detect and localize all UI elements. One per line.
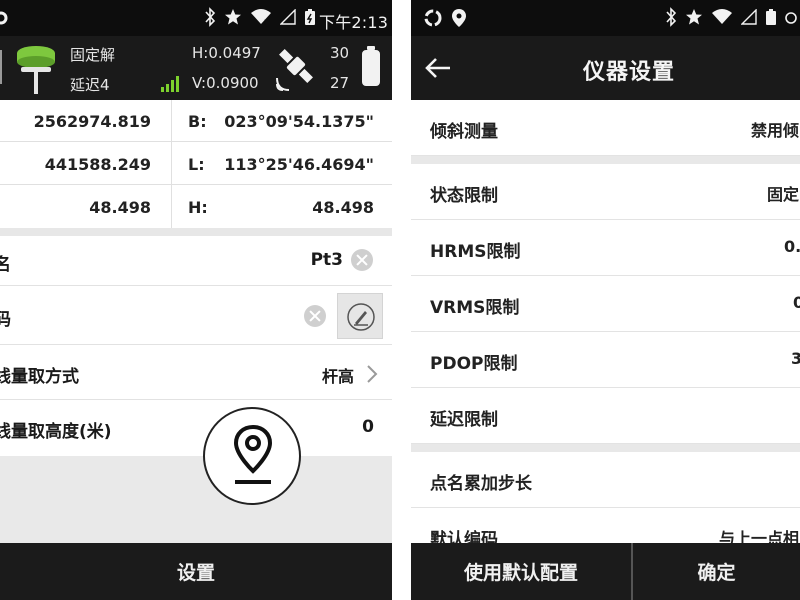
tilt-survey-value: 禁用倾 bbox=[751, 121, 800, 140]
section-divider bbox=[411, 444, 800, 452]
northing-value: 2562974.819 bbox=[33, 112, 151, 131]
longitude-key: L: bbox=[188, 155, 205, 174]
star-icon bbox=[686, 9, 702, 25]
latitude-key: B: bbox=[188, 112, 207, 131]
hrms-limit-value: 0.0 bbox=[784, 237, 800, 256]
height-key: H: bbox=[188, 198, 208, 217]
bluetooth-icon bbox=[205, 7, 216, 27]
point-step-label: 点名累加步长 bbox=[430, 474, 532, 494]
easting-value: 441588.249 bbox=[44, 155, 151, 174]
vrms-limit-value: 0 bbox=[793, 293, 800, 312]
cell-signal-icon bbox=[741, 9, 757, 25]
section-divider bbox=[0, 228, 392, 236]
section-divider bbox=[411, 156, 800, 164]
pdop-limit-label: PDOP限制 bbox=[430, 354, 518, 374]
cell-signal-icon bbox=[280, 9, 296, 25]
sync-icon bbox=[424, 9, 442, 27]
latency-limit-label: 延迟限制 bbox=[430, 410, 498, 430]
bluetooth-icon bbox=[666, 7, 677, 27]
tilt-survey-label: 倾斜测量 bbox=[430, 122, 498, 142]
header-divider bbox=[0, 50, 2, 84]
point-name-input[interactable]: Pt3 bbox=[311, 250, 343, 270]
clear-point-name-icon[interactable] bbox=[351, 249, 373, 271]
right-bottom-bar: 使用默认配置 确定 bbox=[411, 543, 800, 600]
code-label: 码 bbox=[0, 310, 11, 330]
sats-used: 27 bbox=[330, 74, 350, 92]
h-precision: H:0.0497 bbox=[192, 44, 261, 62]
hrms-limit-label: HRMS限制 bbox=[430, 242, 521, 262]
antenna-height-label: 线量取高度(米) bbox=[0, 422, 112, 442]
solution-status: 固定解 bbox=[70, 46, 116, 64]
confirm-button[interactable]: 确定 bbox=[633, 543, 800, 600]
height-value: 48.498 bbox=[312, 198, 374, 217]
clock: 下午2:13 bbox=[319, 13, 389, 32]
code-library-icon bbox=[347, 303, 375, 331]
antenna-height-input[interactable]: 0 bbox=[362, 417, 374, 437]
table-row: 2562974.819 B: 023°09'54.1375" bbox=[0, 100, 392, 142]
point-name-label: 名 bbox=[0, 255, 11, 275]
location-notification-icon bbox=[452, 9, 466, 27]
settings-gear-icon bbox=[0, 11, 8, 25]
receiver-battery-icon bbox=[362, 46, 380, 86]
latency: 延迟4 bbox=[70, 76, 110, 94]
satellite-icon bbox=[276, 49, 313, 91]
left-bottom-bar: 设置 bbox=[0, 543, 392, 600]
rover-antenna-icon bbox=[17, 46, 55, 94]
status-limit-row[interactable]: 状态限制 固定 bbox=[411, 164, 800, 220]
map-pin-icon bbox=[233, 425, 273, 484]
sats-tracked: 30 bbox=[330, 44, 350, 62]
settings-header: 仪器设置 bbox=[411, 36, 800, 100]
code-library-button[interactable] bbox=[337, 293, 383, 339]
clear-code-icon[interactable] bbox=[304, 305, 326, 327]
status-limit-value: 固定 bbox=[767, 185, 800, 204]
status-bar: i 下午2:13 bbox=[0, 0, 392, 36]
latitude-value: 023°09'54.1375" bbox=[224, 112, 374, 131]
table-row: 441588.249 L: 113°25'46.4694" bbox=[0, 143, 392, 185]
battery-status-icon bbox=[766, 9, 776, 25]
antenna-method-label: 线量取方式 bbox=[0, 367, 79, 387]
star-icon bbox=[225, 9, 241, 25]
settings-button[interactable]: 设置 bbox=[0, 543, 392, 600]
chevron-right-icon bbox=[367, 365, 378, 383]
gnss-status-header[interactable]: 固定解 延迟4 H:0.0497 V:0.0900 30 27 bbox=[0, 36, 392, 100]
battery-status-icon bbox=[305, 9, 315, 25]
collect-point-button[interactable] bbox=[203, 407, 301, 505]
antenna-method-value[interactable]: 杆高 bbox=[322, 363, 354, 387]
page-title: 仪器设置 bbox=[583, 60, 676, 85]
status-limit-label: 状态限制 bbox=[430, 186, 498, 206]
code-row[interactable]: 码 bbox=[0, 287, 392, 345]
survey-screen: i 下午2:13 固定解 延迟4 H:0.0497 V:0.0900 30 27… bbox=[0, 0, 392, 600]
antenna-method-row[interactable]: 线量取方式 杆高 bbox=[0, 346, 392, 400]
svg-text:i: i bbox=[264, 19, 266, 26]
signal-bars-icon bbox=[161, 76, 179, 92]
point-name-row[interactable]: 名 Pt3 bbox=[0, 236, 392, 286]
wifi-icon: i bbox=[251, 9, 271, 26]
alarm-icon bbox=[785, 12, 797, 24]
vrms-limit-row[interactable]: VRMS限制 0 bbox=[411, 276, 800, 332]
antenna-height-row[interactable]: 线量取高度(米) 0 bbox=[0, 401, 392, 456]
point-form: 名 Pt3 码 线量取方式 杆高 线量取高度(米) 0 bbox=[0, 236, 392, 456]
instrument-settings-screen: 仪器设置 倾斜测量 禁用倾 状态限制 固定 HRMS限制 0.0 VRMS限制 … bbox=[411, 0, 800, 600]
longitude-value: 113°25'46.4694" bbox=[224, 155, 374, 174]
status-bar bbox=[411, 0, 800, 36]
pdop-limit-row[interactable]: PDOP限制 3 bbox=[411, 332, 800, 388]
elevation-value: 48.498 bbox=[89, 198, 151, 217]
point-step-row[interactable]: 点名累加步长 bbox=[411, 452, 800, 508]
tilt-survey-row[interactable]: 倾斜测量 禁用倾 bbox=[411, 100, 800, 156]
wifi-icon bbox=[712, 9, 732, 24]
v-precision: V:0.0900 bbox=[192, 74, 259, 92]
pdop-limit-value: 3 bbox=[791, 349, 800, 368]
latency-limit-row[interactable]: 延迟限制 bbox=[411, 388, 800, 444]
use-default-config-button[interactable]: 使用默认配置 bbox=[411, 543, 631, 600]
coordinate-table: 2562974.819 B: 023°09'54.1375" 441588.24… bbox=[0, 100, 392, 228]
hrms-limit-row[interactable]: HRMS限制 0.0 bbox=[411, 220, 800, 276]
back-arrow-icon[interactable] bbox=[424, 56, 452, 80]
vrms-limit-label: VRMS限制 bbox=[430, 298, 520, 318]
table-row: 48.498 H: 48.498 bbox=[0, 186, 392, 228]
